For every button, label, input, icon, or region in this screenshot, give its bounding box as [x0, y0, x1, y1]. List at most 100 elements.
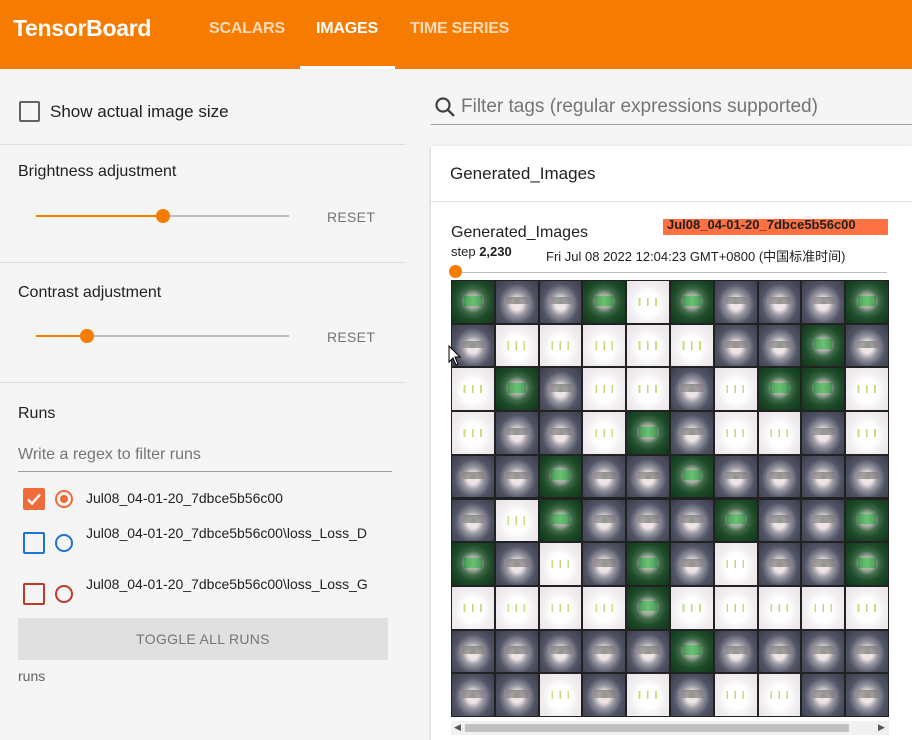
- generated-image-tile: [801, 585, 846, 630]
- show-actual-size-label: Show actual image size: [50, 102, 229, 121]
- generated-image-tile: [845, 280, 889, 324]
- card-title: Generated_Images: [450, 164, 596, 183]
- generated-image-tile: [670, 280, 714, 324]
- generated-image-tile: [801, 542, 846, 586]
- generated-image-tile: [494, 585, 539, 630]
- generated-image-tile: [451, 411, 495, 455]
- generated-image-tile: [713, 585, 758, 630]
- contrast-slider-thumb[interactable]: [79, 329, 94, 343]
- generated-image-tile: [494, 673, 539, 717]
- brightness-title: Brightness adjustment: [18, 163, 177, 180]
- tab-scalars[interactable]: SCALARS: [209, 20, 285, 38]
- run-label-1: Jul08_04-01-20_7dbce5b56c00: [86, 490, 283, 506]
- step-slider-thumb[interactable]: [449, 265, 462, 278]
- generated-image-tile: [626, 673, 670, 717]
- generated-image-tile: [451, 673, 495, 717]
- generated-image-tile: [757, 542, 802, 586]
- generated-image-tile: [713, 323, 758, 368]
- generated-image-tile: [801, 280, 846, 324]
- run-radio-2[interactable]: [55, 534, 73, 552]
- run-checkbox-2[interactable]: [23, 532, 45, 554]
- generated-image-tile: [494, 411, 539, 455]
- runs-title: Runs: [18, 405, 56, 422]
- tab-images[interactable]: IMAGES: [316, 20, 378, 38]
- scroll-right-arrow-icon[interactable]: ▶: [878, 722, 885, 733]
- generated-image-tile: [626, 411, 670, 455]
- generated-image-tile: [582, 629, 627, 674]
- card-header[interactable]: Generated_Images: [431, 146, 912, 202]
- generated-image-grid[interactable]: [451, 280, 889, 717]
- brightness-slider-thumb[interactable]: [155, 209, 170, 223]
- generated-image-tile: [451, 454, 495, 499]
- step-label: step 2,230: [451, 244, 512, 259]
- generated-image-tile: [845, 585, 889, 630]
- step-value: 2,230: [479, 244, 512, 259]
- generated-image-tile: [670, 585, 714, 630]
- generated-image-tile: [801, 454, 846, 499]
- generated-image-tile: [451, 280, 495, 324]
- generated-image-tile: [626, 498, 670, 543]
- brightness-reset-button[interactable]: RESET: [327, 209, 375, 225]
- scrollbar-thumb[interactable]: [465, 724, 849, 732]
- horizontal-scrollbar[interactable]: ◀ ▶: [451, 721, 889, 735]
- contrast-reset-button[interactable]: RESET: [327, 329, 375, 345]
- step-prefix: step: [451, 244, 476, 259]
- step-slider-track[interactable]: [453, 272, 887, 273]
- run-radio-1[interactable]: [55, 490, 73, 508]
- generated-image-tile: [670, 498, 714, 543]
- generated-image-tile: [626, 454, 670, 499]
- generated-image-tile: [801, 411, 846, 455]
- run-radio-3[interactable]: [55, 585, 73, 603]
- generated-image-tile: [757, 498, 802, 543]
- generated-image-tile: [538, 323, 583, 368]
- generated-image-tile: [757, 367, 802, 412]
- generated-image-tile: [670, 454, 714, 499]
- generated-image-tile: [713, 411, 758, 455]
- top-app-bar: TensorBoard SCALARS IMAGES TIME SERIES: [0, 0, 912, 69]
- runs-filter-input[interactable]: [18, 444, 392, 466]
- generated-image-tile: [845, 454, 889, 499]
- run-checkbox-3[interactable]: [23, 583, 45, 605]
- runs-filter-underline: [18, 471, 392, 472]
- run-checkbox-1[interactable]: [23, 488, 45, 510]
- sidebar: Show actual image size Brightness adjust…: [0, 69, 405, 740]
- generated-image-tile: [582, 454, 627, 499]
- generated-image-tile: [757, 454, 802, 499]
- generated-image-tile: [538, 454, 583, 499]
- generated-image-tile: [494, 454, 539, 499]
- toggle-all-runs-button[interactable]: TOGGLE ALL RUNS: [18, 618, 388, 660]
- generated-image-tile: [845, 411, 889, 455]
- generated-image-tile: [582, 323, 627, 368]
- radio-dot: [60, 495, 68, 503]
- search-icon: [435, 97, 455, 117]
- generated-image-tile: [451, 585, 495, 630]
- generated-image-tile: [713, 542, 758, 586]
- generated-image-tile: [451, 629, 495, 674]
- tag-filter-input[interactable]: [461, 96, 901, 118]
- generated-image-tile: [494, 280, 539, 324]
- image-title: Generated_Images: [451, 224, 588, 241]
- scroll-left-arrow-icon[interactable]: ◀: [454, 722, 461, 733]
- divider: [0, 262, 405, 263]
- generated-image-tile: [494, 323, 539, 368]
- show-actual-size-checkbox[interactable]: [19, 101, 40, 122]
- divider: [0, 382, 405, 383]
- generated-image-tile: [757, 411, 802, 455]
- generated-image-tile: [582, 411, 627, 455]
- generated-image-tile: [582, 542, 627, 586]
- tab-time-series[interactable]: TIME SERIES: [410, 20, 509, 38]
- generated-image-tile: [538, 280, 583, 324]
- generated-image-tile: [582, 498, 627, 543]
- checkmark-icon: [27, 493, 41, 506]
- generated-image-tile: [845, 498, 889, 543]
- generated-image-tile: [538, 542, 583, 586]
- generated-image-tile: [845, 542, 889, 586]
- generated-image-tile: [845, 629, 889, 674]
- generated-image-tile: [670, 323, 714, 368]
- generated-image-tile: [494, 498, 539, 543]
- generated-image-tile: [538, 498, 583, 543]
- generated-image-tile: [670, 629, 714, 674]
- generated-image-tile: [713, 629, 758, 674]
- generated-image-tile: [538, 629, 583, 674]
- mouse-cursor-icon: [448, 345, 462, 366]
